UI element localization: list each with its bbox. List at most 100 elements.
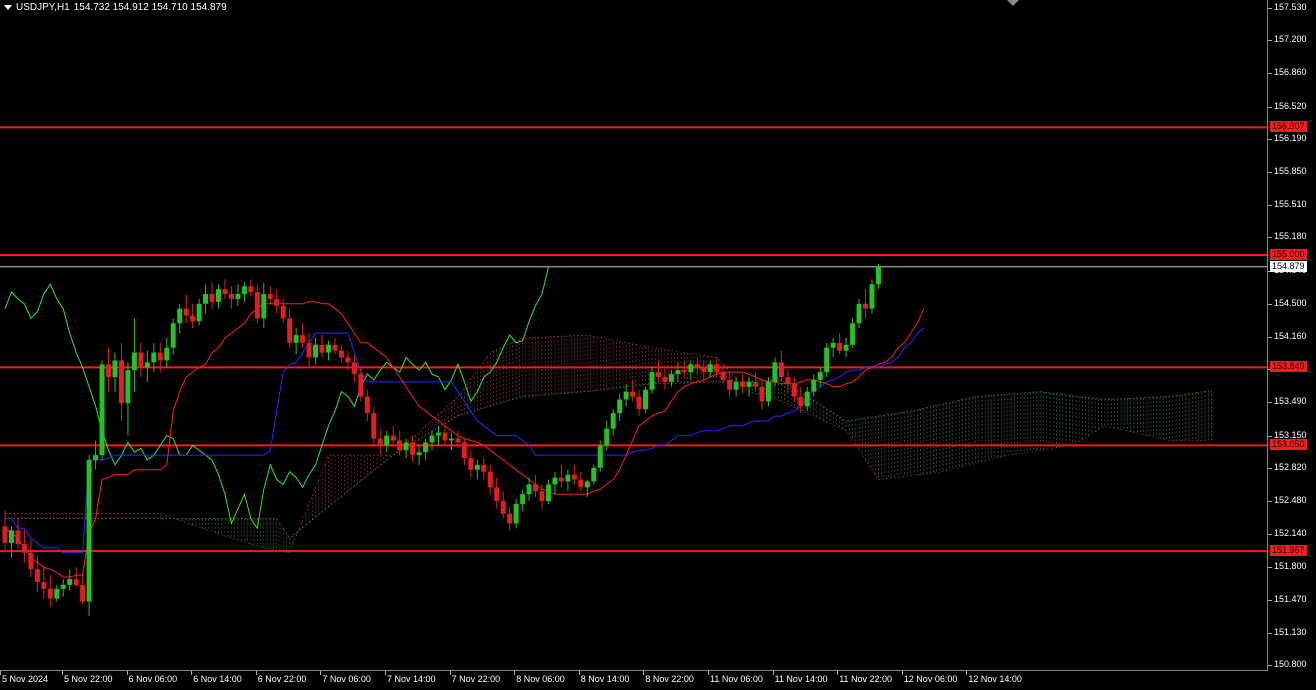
- candle-body: [558, 477, 564, 482]
- candle-body: [681, 370, 687, 373]
- level-price-label: 156.307: [1270, 121, 1307, 133]
- candle-body: [423, 442, 429, 453]
- candle-body: [675, 370, 681, 375]
- candle-body: [157, 352, 163, 361]
- candle-body: [351, 362, 357, 375]
- candle-body: [34, 569, 40, 583]
- candle-body: [688, 364, 694, 373]
- candle-body: [772, 362, 778, 382]
- candle-body: [8, 530, 14, 543]
- candle-body: [817, 372, 823, 380]
- candle-body: [578, 479, 584, 488]
- candle-body: [293, 335, 299, 343]
- time-tick-label: 8 Nov 22:00: [643, 671, 694, 684]
- price-tick-label: 151.470: [1268, 593, 1307, 604]
- candle-body: [513, 503, 519, 524]
- symbol-label: USDJPY,H1: [16, 2, 70, 13]
- candle-body: [552, 477, 558, 485]
- candle-body: [190, 315, 196, 322]
- candle-body: [313, 344, 319, 358]
- candle-body: [714, 364, 720, 373]
- candle-body: [455, 438, 461, 443]
- candle-body: [261, 294, 267, 319]
- candle-body: [662, 377, 668, 382]
- candle-body: [597, 445, 603, 468]
- candle-body: [209, 294, 215, 302]
- candle-body: [856, 303, 862, 324]
- candle-body: [15, 530, 21, 544]
- time-tick-label: 11 Nov 14:00: [772, 671, 828, 684]
- candle-body: [837, 342, 843, 351]
- candle-body: [610, 413, 616, 429]
- candle-body: [811, 379, 817, 392]
- candle-body: [507, 513, 513, 524]
- time-tick-label: 8 Nov 06:00: [514, 671, 565, 684]
- candle-body: [241, 286, 247, 295]
- candle-body: [753, 381, 759, 387]
- candle-body: [151, 352, 157, 363]
- candle-body: [707, 364, 713, 373]
- candle-body: [183, 308, 189, 316]
- chart-shift-marker-icon[interactable]: [1007, 0, 1019, 6]
- candle-body: [448, 438, 454, 441]
- candle-body: [125, 370, 131, 404]
- price-tick-label: 151.800: [1268, 561, 1307, 572]
- time-tick-label: 6 Nov 14:00: [191, 671, 242, 684]
- candle-body: [144, 362, 150, 368]
- time-tick-label: 5 Nov 2024: [0, 671, 49, 684]
- level-price-label: 153.050: [1270, 439, 1307, 451]
- candle-body: [177, 308, 183, 324]
- candle-body: [397, 440, 403, 451]
- price-tick-label: 156.860: [1268, 67, 1307, 78]
- candle-body: [93, 455, 99, 460]
- candle-body: [319, 344, 325, 353]
- candle-body: [526, 484, 532, 495]
- candle-body: [384, 435, 390, 446]
- candle-body: [668, 374, 674, 382]
- candle-body: [274, 298, 280, 306]
- candle-body: [429, 435, 435, 443]
- candle-body: [131, 352, 137, 371]
- level-price-label: 151.967: [1270, 545, 1307, 557]
- candle-body: [60, 584, 66, 589]
- time-tick-label: 6 Nov 22:00: [255, 671, 307, 684]
- candle-body: [759, 386, 765, 402]
- candle-body: [733, 381, 739, 390]
- candle-body: [785, 377, 791, 384]
- candle-body: [746, 381, 752, 387]
- price-tick-label: 153.490: [1268, 396, 1307, 407]
- candle-body: [216, 289, 222, 302]
- chart-area[interactable]: USDJPY,H1 154.732 154.912 154.710 154.87…: [0, 0, 1268, 671]
- time-tick-label: 5 Nov 22:00: [62, 671, 113, 684]
- candle-body: [106, 364, 112, 378]
- candle-body: [591, 467, 597, 482]
- candle-body: [203, 294, 209, 304]
- chart-menu-icon[interactable]: [4, 5, 12, 10]
- candle-body: [720, 372, 726, 380]
- candle-body: [630, 391, 636, 397]
- time-axis[interactable]: 5 Nov 2024 5 Nov 22:00 6 Nov 06:00 6 Nov 14…: [0, 671, 1268, 690]
- time-tick-label: 7 Nov 14:00: [385, 671, 436, 684]
- candle-body: [118, 360, 124, 404]
- time-tick-label: 7 Nov 22:00: [449, 671, 501, 684]
- candle-body: [778, 362, 784, 378]
- price-tick-label: 151.130: [1268, 626, 1307, 637]
- candle-body: [494, 487, 500, 501]
- candle-body: [727, 379, 733, 390]
- candle-body: [830, 342, 836, 348]
- candle-body: [73, 579, 79, 585]
- candle-body: [487, 471, 493, 488]
- candle-body: [468, 458, 474, 470]
- price-axis[interactable]: 157.530 157.200 156.860 156.520 156.190 155.8…: [1268, 0, 1316, 671]
- candle-body: [843, 344, 849, 351]
- time-tick-label: 11 Nov 22:00: [837, 671, 893, 684]
- time-tick-label: 12 Nov 14:00: [966, 671, 1022, 684]
- candle-body: [584, 481, 590, 488]
- candle-body: [604, 428, 610, 446]
- candle-body: [481, 464, 487, 472]
- candle-body: [358, 374, 364, 397]
- candle-body: [54, 588, 60, 599]
- candle-body: [804, 391, 810, 407]
- candle-body: [112, 360, 118, 378]
- candle-body: [565, 474, 571, 482]
